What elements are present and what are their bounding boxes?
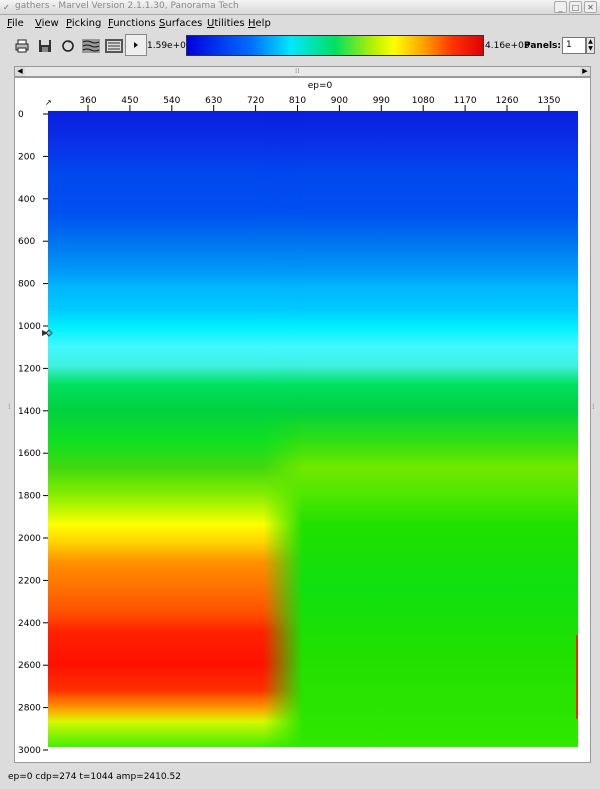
x-tick-label: 630 bbox=[205, 96, 222, 106]
maximize-button[interactable]: □ bbox=[569, 1, 582, 13]
menu-surfaces[interactable]: Surfaces bbox=[159, 18, 202, 29]
y-tick-label: 2400 bbox=[18, 619, 41, 629]
wiggle-icon[interactable] bbox=[81, 37, 101, 55]
menu-bar: File View Picking Functions Surfaces Uti… bbox=[0, 15, 600, 33]
scroll-right-icon[interactable]: ▶ bbox=[580, 67, 590, 76]
density-icon[interactable] bbox=[104, 37, 124, 55]
y-tick-label: 1600 bbox=[18, 449, 41, 459]
horizontal-scrollbar[interactable]: ◀ ⁞⁞ ▶ bbox=[14, 66, 591, 77]
y-tick-label: 1200 bbox=[18, 364, 41, 374]
y-tick-label: 400 bbox=[18, 195, 35, 205]
y-tick-label: 800 bbox=[18, 280, 35, 290]
panels-input[interactable]: 1 bbox=[562, 37, 586, 54]
window-menu-icon[interactable]: ✓ bbox=[3, 3, 10, 12]
x-tick-label: 1080 bbox=[412, 96, 435, 106]
print-icon[interactable] bbox=[13, 37, 31, 55]
scroll-grip-icon[interactable]: ⁞⁞ bbox=[295, 67, 299, 75]
y-tick-label: 1000 bbox=[18, 322, 41, 332]
x-tick-label: 1170 bbox=[454, 96, 477, 106]
velocity-image[interactable] bbox=[48, 111, 578, 747]
spin-down-icon[interactable]: ▼ bbox=[587, 45, 594, 52]
play-button[interactable] bbox=[125, 34, 147, 56]
scroll-left-icon[interactable]: ◀ bbox=[15, 67, 25, 76]
status-bar: ep=0 cdp=274 t=1044 amp=2410.52 bbox=[8, 772, 181, 782]
y-tick-label: 2000 bbox=[18, 534, 41, 544]
save-icon[interactable] bbox=[36, 37, 54, 55]
menu-file[interactable]: File bbox=[7, 18, 24, 29]
plot-title: ep=0 bbox=[308, 81, 333, 91]
panels-label: Panels: bbox=[524, 41, 561, 51]
left-splitter-grip-icon[interactable]: ⁞ bbox=[8, 402, 11, 411]
plot-frame: ep=0 360 450 540 630 720 810 900 990 1080 1170 126… bbox=[14, 77, 591, 763]
y-tick-label: 1400 bbox=[18, 407, 41, 417]
x-tick-label: 990 bbox=[373, 96, 390, 106]
y-axis: 0 200 400 600 800 1000 1200 1400 1600 1800 2000 220… bbox=[18, 110, 48, 756]
corner-marker-icon: ↗ bbox=[45, 98, 52, 107]
x-axis: 360 450 540 630 720 810 900 990 1080 1170 1260 1350 bbox=[79, 96, 561, 111]
y-tick-label: 2600 bbox=[18, 661, 41, 671]
colorbar bbox=[186, 35, 484, 56]
panels-spinner[interactable]: ▲ ▼ bbox=[586, 37, 595, 54]
y-tick-label: 3000 bbox=[18, 746, 41, 756]
play-icon bbox=[134, 42, 138, 48]
y-tick-label: 2200 bbox=[18, 576, 41, 586]
x-tick-label: 810 bbox=[289, 96, 306, 106]
y-tick-label: 200 bbox=[18, 152, 35, 162]
spin-up-icon[interactable]: ▲ bbox=[587, 38, 594, 45]
x-tick-label: 1350 bbox=[537, 96, 560, 106]
menu-functions[interactable]: Functions bbox=[108, 18, 156, 29]
colorbar-max-label: 4.16e+03 bbox=[485, 41, 530, 51]
window-title: gathers - Marvel Version 2.1.1.30, Panor… bbox=[15, 1, 239, 11]
y-tick-label: 2800 bbox=[18, 704, 41, 714]
x-tick-label: 720 bbox=[247, 96, 264, 106]
y-tick-label: 1800 bbox=[18, 492, 41, 502]
colorbar-min-label: 1.59e+03 bbox=[147, 41, 192, 51]
right-splitter-grip-icon[interactable]: ⁞ bbox=[592, 402, 595, 411]
x-tick-label: 1260 bbox=[496, 96, 519, 106]
minimize-button[interactable]: _ bbox=[554, 1, 567, 13]
menu-utilities[interactable]: Utilities bbox=[207, 18, 245, 29]
velocity-plot[interactable]: ep=0 360 450 540 630 720 810 900 990 1080 1170 126… bbox=[15, 78, 590, 762]
x-tick-label: 450 bbox=[121, 96, 138, 106]
x-tick-label: 360 bbox=[79, 96, 96, 106]
refresh-icon[interactable] bbox=[59, 37, 77, 55]
close-button[interactable]: ✕ bbox=[584, 1, 597, 13]
menu-help[interactable]: Help bbox=[248, 18, 271, 29]
y-tick-label: 0 bbox=[18, 110, 24, 120]
x-tick-label: 540 bbox=[163, 96, 180, 106]
menu-view[interactable]: View bbox=[35, 18, 59, 29]
y-tick-label: 600 bbox=[18, 237, 35, 247]
menu-picking[interactable]: Picking bbox=[66, 18, 101, 29]
x-tick-label: 900 bbox=[331, 96, 348, 106]
title-bar: ✓ gathers - Marvel Version 2.1.1.30, Pan… bbox=[0, 0, 600, 15]
